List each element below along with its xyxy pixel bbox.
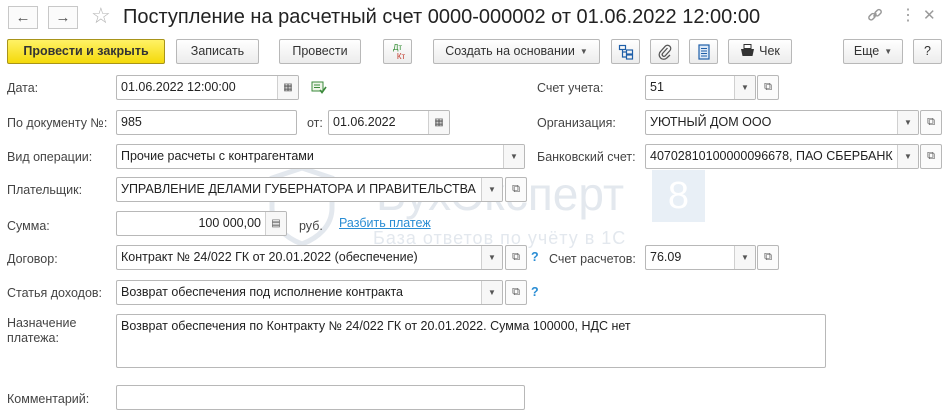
dropdown-arrow-icon[interactable]: ▼ <box>481 246 502 269</box>
income-item-label: Статья доходов: <box>7 286 103 300</box>
dropdown-arrow-icon: ▼ <box>884 47 893 56</box>
currency-label: руб. <box>299 219 323 233</box>
structure-icon[interactable] <box>611 39 640 64</box>
bank-account-label: Банковский счет: <box>537 150 636 164</box>
comment-field[interactable] <box>116 385 525 410</box>
date-label: Дата: <box>7 81 39 95</box>
amount-field[interactable]: 100 000,00 ▤ <box>116 211 287 236</box>
contract-value: Контракт № 24/022 ГК от 20.01.2022 (обес… <box>121 250 418 264</box>
check-button[interactable]: Чек <box>728 39 792 64</box>
dt-label: Дт <box>392 43 403 52</box>
dropdown-arrow-icon[interactable]: ▼ <box>897 145 918 168</box>
split-payment-link[interactable]: Разбить платеж <box>339 216 431 230</box>
date-field[interactable]: 01.06.2022 12:00:00 ▦ <box>116 75 299 100</box>
post-and-close-button[interactable]: Провести и закрыть <box>7 39 165 64</box>
check-label: Чек <box>759 44 780 58</box>
calendar-icon[interactable]: ▦ <box>277 76 298 99</box>
cash-register-icon <box>741 44 755 56</box>
organization-value: УЮТНЫЙ ДОМ ООО <box>650 115 772 129</box>
dropdown-arrow-icon: ▼ <box>579 47 588 56</box>
create-based-on-label: Создать на основании <box>445 44 575 58</box>
close-icon[interactable]: ✕ <box>923 6 936 26</box>
open-icon[interactable]: ⧉ <box>505 245 527 270</box>
more-button[interactable]: Еще ▼ <box>843 39 903 64</box>
bank-account-value: 40702810100000096678, ПАО СБЕРБАНК <box>650 149 893 163</box>
payer-value: УПРАВЛЕНИЕ ДЕЛАМИ ГУБЕРНАТОРА И ПРАВИТЕЛ… <box>121 182 476 196</box>
settlement-account-select[interactable]: 76.09 ▼ <box>645 245 756 270</box>
doc-number-label: По документу №: <box>7 116 108 130</box>
back-button[interactable]: ← <box>8 6 38 29</box>
more-vertical-icon[interactable]: ⋮ <box>900 6 916 26</box>
date-value: 01.06.2022 12:00:00 <box>121 80 236 94</box>
dropdown-arrow-icon[interactable]: ▼ <box>734 246 755 269</box>
watermark-digit: 8 <box>652 170 705 222</box>
document-check-icon[interactable] <box>311 81 327 97</box>
comment-value <box>117 386 524 409</box>
dtkt-button[interactable]: Дт Кт <box>383 39 412 64</box>
bank-account-select[interactable]: 40702810100000096678, ПАО СБЕРБАНК ▼ <box>645 144 919 169</box>
link-icon[interactable] <box>866 6 884 30</box>
forward-button[interactable]: → <box>48 6 78 29</box>
purpose-label-line1: Назначение <box>7 316 77 330</box>
calendar-icon[interactable]: ▦ <box>428 111 449 134</box>
save-button[interactable]: Записать <box>176 39 259 64</box>
post-button[interactable]: Провести <box>279 39 361 64</box>
doc-date-value: 01.06.2022 <box>333 115 396 129</box>
purpose-textarea[interactable]: Возврат обеспечения по Контракту № 24/02… <box>116 314 826 368</box>
open-icon[interactable]: ⧉ <box>920 144 942 169</box>
doc-date-field[interactable]: 01.06.2022 ▦ <box>328 110 450 135</box>
dropdown-arrow-icon[interactable]: ▼ <box>734 76 755 99</box>
income-item-value: Возврат обеспечения под исполнение контр… <box>121 285 404 299</box>
account-label: Счет учета: <box>537 81 604 95</box>
comment-label: Комментарий: <box>7 392 90 406</box>
doc-number-field[interactable]: 985 <box>116 110 297 135</box>
doc-date-label: от: <box>307 116 323 130</box>
calculator-icon[interactable]: ▤ <box>265 212 286 235</box>
amount-value: 100 000,00 <box>198 216 261 230</box>
report-list-icon[interactable] <box>689 39 718 64</box>
open-icon[interactable]: ⧉ <box>505 280 527 305</box>
amount-label: Сумма: <box>7 219 50 233</box>
income-item-help-icon[interactable]: ? <box>531 285 539 299</box>
dropdown-arrow-icon[interactable]: ▼ <box>481 281 502 304</box>
dropdown-arrow-icon[interactable]: ▼ <box>897 111 918 134</box>
paperclip-icon[interactable] <box>650 39 679 64</box>
contract-select[interactable]: Контракт № 24/022 ГК от 20.01.2022 (обес… <box>116 245 503 270</box>
create-based-on-button[interactable]: Создать на основании ▼ <box>433 39 600 64</box>
page-title: Поступление на расчетный счет 0000-00000… <box>123 6 761 28</box>
income-item-select[interactable]: Возврат обеспечения под исполнение контр… <box>116 280 503 305</box>
dropdown-arrow-icon[interactable]: ▼ <box>503 145 524 168</box>
settlement-account-value: 76.09 <box>650 250 682 264</box>
account-select[interactable]: 51 ▼ <box>645 75 756 100</box>
organization-select[interactable]: УЮТНЫЙ ДОМ ООО ▼ <box>645 110 919 135</box>
operation-type-select[interactable]: Прочие расчеты с контрагентами ▼ <box>116 144 525 169</box>
contract-label: Договор: <box>7 252 58 266</box>
more-label: Еще <box>853 44 880 58</box>
open-icon[interactable]: ⧉ <box>505 177 527 202</box>
settlement-account-label: Счет расчетов: <box>549 252 636 266</box>
arrow-right-icon: → <box>55 9 71 26</box>
open-icon[interactable]: ⧉ <box>757 245 779 270</box>
account-value: 51 <box>650 80 664 94</box>
arrow-left-icon: ← <box>15 9 31 26</box>
open-icon[interactable]: ⧉ <box>757 75 779 100</box>
help-button[interactable]: ? <box>913 39 942 64</box>
dropdown-arrow-icon[interactable]: ▼ <box>481 178 502 201</box>
operation-type-value: Прочие расчеты с контрагентами <box>121 149 314 163</box>
doc-number-value: 985 <box>121 115 142 129</box>
kt-label: Кт <box>396 52 406 61</box>
contract-help-icon[interactable]: ? <box>531 250 539 264</box>
operation-type-label: Вид операции: <box>7 150 93 164</box>
purpose-label-line2: платежа: <box>7 331 59 345</box>
organization-label: Организация: <box>537 116 616 130</box>
star-icon[interactable]: ☆ <box>91 3 111 29</box>
payer-select[interactable]: УПРАВЛЕНИЕ ДЕЛАМИ ГУБЕРНАТОРА И ПРАВИТЕЛ… <box>116 177 503 202</box>
payer-label: Плательщик: <box>7 183 83 197</box>
open-icon[interactable]: ⧉ <box>920 110 942 135</box>
